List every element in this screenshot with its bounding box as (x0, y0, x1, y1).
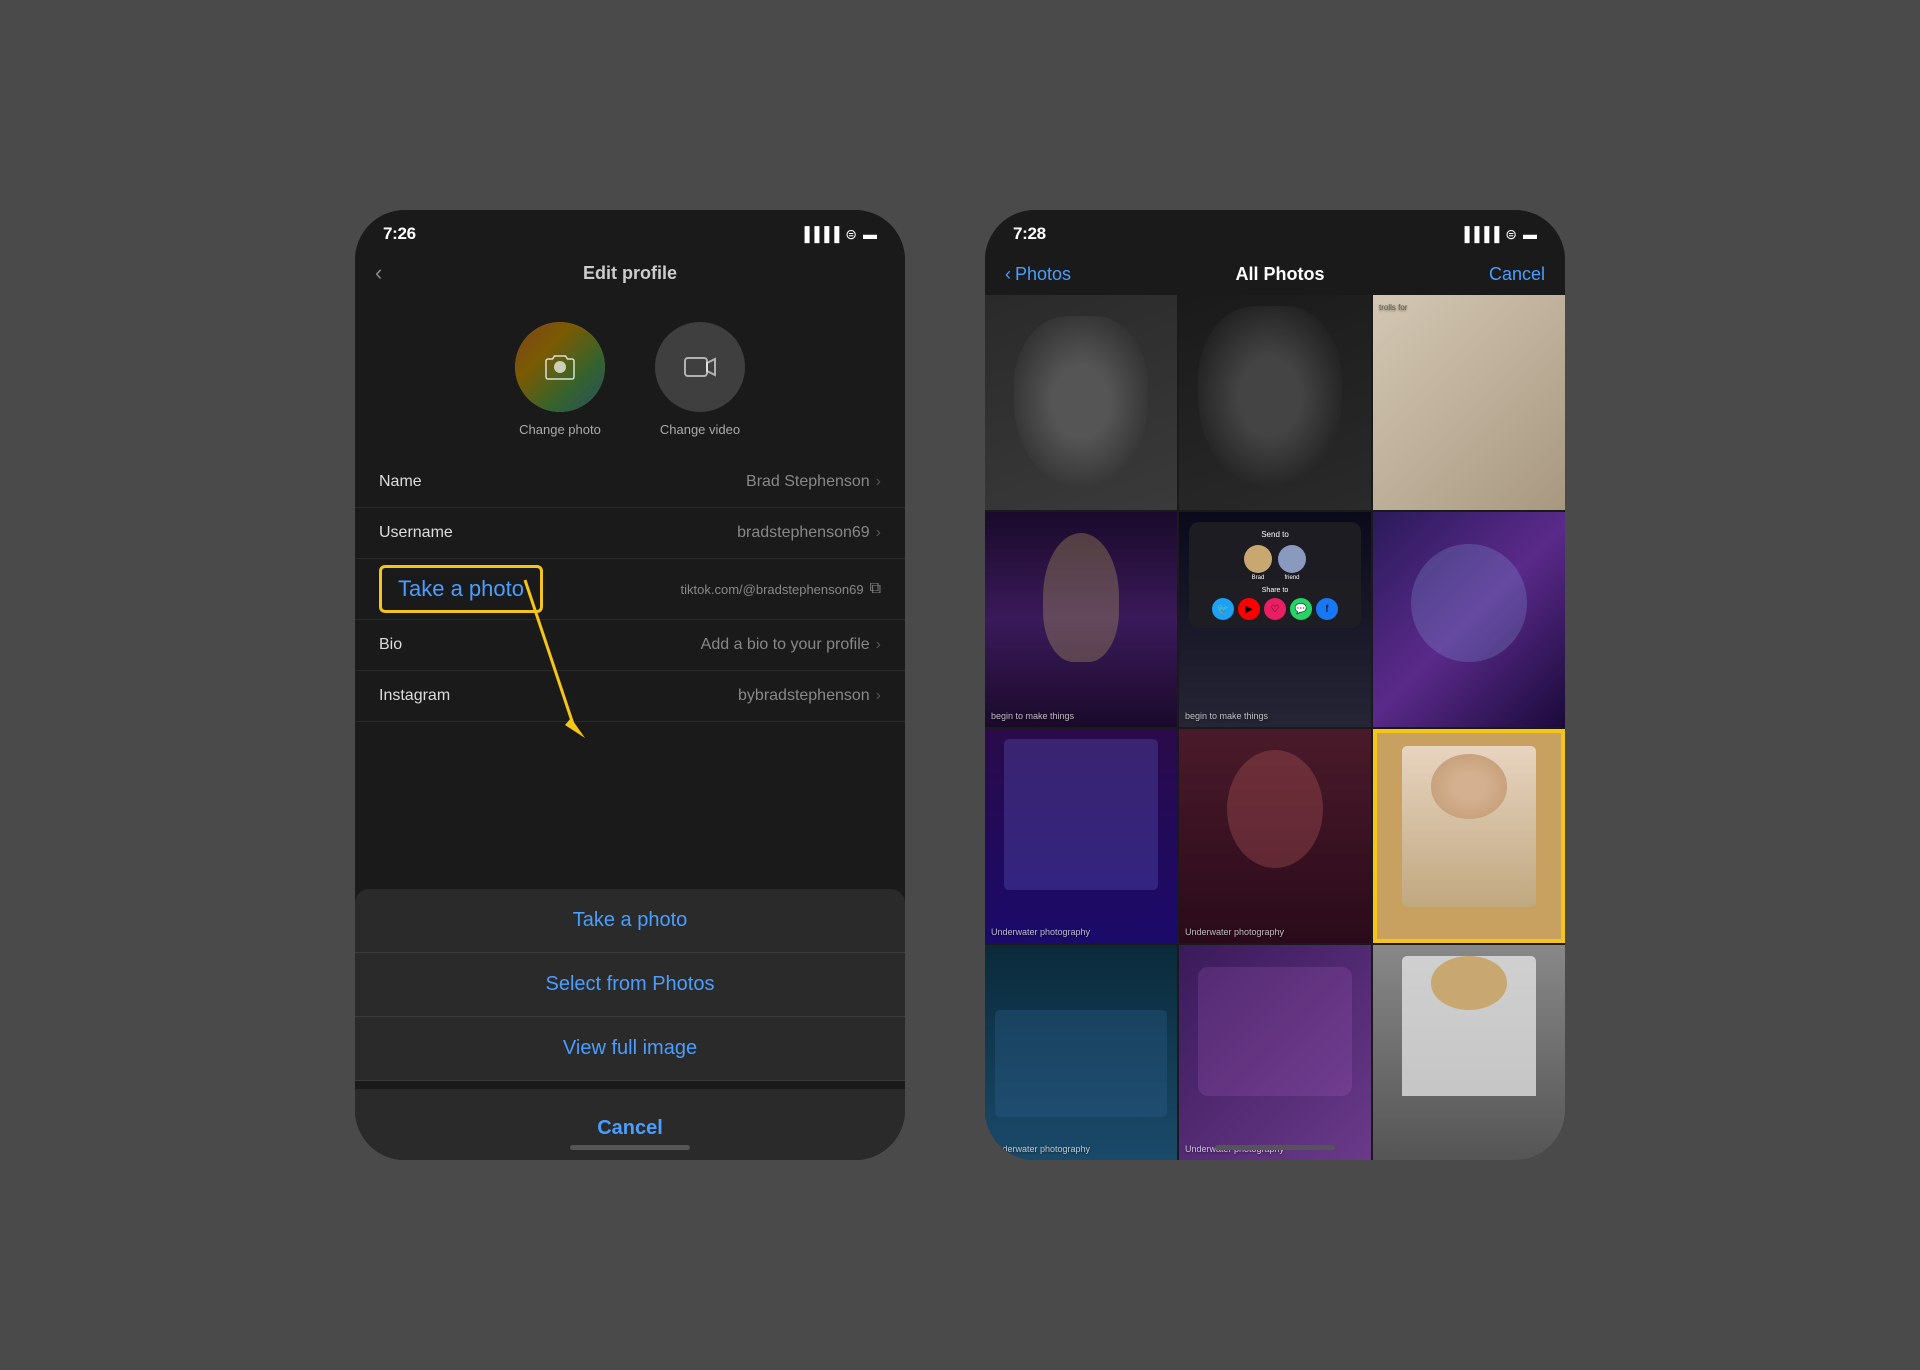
right-status-bar: 7:28 ▐▐▐▐ ⊜ ▬ (985, 210, 1565, 252)
change-photo-label: Change photo (519, 422, 601, 437)
home-indicator (570, 1145, 690, 1150)
video-circle (655, 322, 745, 412)
username-value: bradstephenson69 › (737, 524, 881, 542)
photo-cell-8[interactable]: Underwater photography (1179, 729, 1371, 944)
photos-back-label: Photos (1015, 264, 1071, 285)
right-signal-icon: ▐▐▐▐ (1460, 226, 1500, 242)
select-photos-button[interactable]: Select from Photos (355, 953, 905, 1017)
photo-cell-7[interactable]: Underwater photography (985, 729, 1177, 944)
link-row[interactable]: Take a photo tiktok.com/@bradstephenson6… (355, 559, 905, 620)
right-status-icons: ▐▐▐▐ ⊜ ▬ (1460, 226, 1537, 243)
copy-icon: ⧉ (870, 580, 881, 598)
photo-cell-5[interactable]: Send to Brad friend Share to 🐦 (1179, 512, 1371, 727)
wifi-icon: ⊜ (845, 226, 857, 243)
left-status-icons: ▐▐▐▐ ⊜ ▬ (800, 226, 877, 243)
action-sheet: Take a photo Select from Photos View ful… (355, 889, 905, 1160)
name-chevron: › (876, 473, 881, 491)
photo-3-text: trolls for (1379, 303, 1407, 312)
photo-cell-12[interactable] (1373, 945, 1565, 1160)
instagram-label: Instagram (379, 687, 450, 705)
name-label: Name (379, 473, 422, 491)
back-chevron-icon: ‹ (1005, 264, 1011, 285)
right-home-indicator (1215, 1145, 1335, 1150)
view-image-button[interactable]: View full image (355, 1017, 905, 1081)
photo-cell-11[interactable]: Underwater photography (1179, 945, 1371, 1160)
all-photos-title: All Photos (1236, 264, 1325, 285)
username-chevron: › (876, 524, 881, 542)
name-value: Brad Stephenson › (746, 473, 881, 491)
take-photo-button[interactable]: Take a photo (355, 889, 905, 953)
photo-cell-2[interactable] (1179, 295, 1371, 510)
signal-icon: ▐▐▐▐ (800, 226, 840, 242)
nav-title: Edit profile (583, 263, 677, 284)
take-photo-label-highlight: Take a photo (398, 576, 524, 601)
photo-cell-3[interactable]: trolls for (1373, 295, 1565, 510)
photo-5-text: begin to make things (1185, 711, 1268, 721)
change-video-label: Change video (660, 422, 740, 437)
camera-icon (544, 351, 576, 383)
back-button[interactable]: ‹ (375, 260, 382, 286)
profile-video-item[interactable]: Change video (655, 322, 745, 437)
left-nav-bar: ‹ Edit profile (355, 252, 905, 298)
photo-4-text: begin to make things (991, 711, 1074, 721)
right-wifi-icon: ⊜ (1505, 226, 1517, 243)
photo-10-text: Underwater photography (991, 1144, 1090, 1154)
profile-photo-item[interactable]: Change photo (515, 322, 605, 437)
photos-back-button[interactable]: ‹ Photos (1005, 264, 1071, 285)
right-phone: 7:28 ▐▐▐▐ ⊜ ▬ ‹ Photos All Photos Cancel (985, 210, 1565, 1160)
instagram-chevron: › (876, 687, 881, 705)
video-icon (682, 349, 718, 385)
instagram-row[interactable]: Instagram bybradstephenson › (355, 671, 905, 722)
photo-8-text: Underwater photography (1185, 927, 1284, 937)
left-phone: 7:26 ▐▐▐▐ ⊜ ▬ ‹ Edit profile (355, 210, 905, 1160)
instagram-value: bybradstephenson › (738, 687, 881, 705)
photo-cell-1[interactable] (985, 295, 1177, 510)
right-time: 7:28 (1013, 224, 1046, 244)
bio-label: Bio (379, 636, 402, 654)
take-photo-highlight-box: Take a photo (379, 565, 543, 613)
bio-chevron: › (876, 636, 881, 654)
photos-cancel-button[interactable]: Cancel (1489, 264, 1545, 285)
cancel-button[interactable]: Cancel (355, 1097, 905, 1160)
photo-grid: trolls for begin to make things Send to (985, 295, 1565, 1160)
photo-7-text: Underwater photography (991, 927, 1090, 937)
name-row[interactable]: Name Brad Stephenson › (355, 457, 905, 508)
username-row[interactable]: Username bradstephenson69 › (355, 508, 905, 559)
right-battery-icon: ▬ (1523, 226, 1537, 242)
link-value: tiktok.com/@bradstephenson69 ⧉ (681, 580, 881, 598)
photo-cell-6[interactable] (1373, 512, 1565, 727)
photo-cell-4[interactable]: begin to make things (985, 512, 1177, 727)
avatar-container[interactable] (515, 322, 605, 412)
left-status-bar: 7:26 ▐▐▐▐ ⊜ ▬ (355, 210, 905, 252)
bio-row[interactable]: Bio Add a bio to your profile › (355, 620, 905, 671)
photo-cell-10[interactable]: Underwater photography (985, 945, 1177, 1160)
photos-nav: ‹ Photos All Photos Cancel (985, 252, 1565, 295)
battery-icon: ▬ (863, 226, 877, 242)
camera-overlay (515, 322, 605, 412)
left-time: 7:26 (383, 224, 416, 244)
bio-value: Add a bio to your profile › (701, 636, 881, 654)
photo-cell-9[interactable] (1373, 729, 1565, 944)
username-label: Username (379, 524, 453, 542)
profile-section: Change photo Change video (355, 298, 905, 457)
